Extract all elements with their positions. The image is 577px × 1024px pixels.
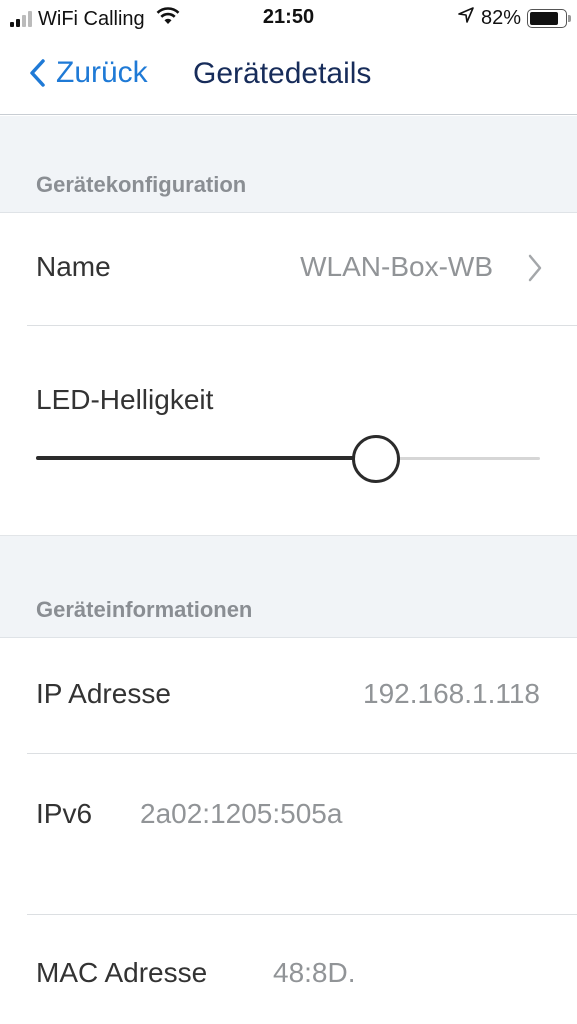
section-header-config: Gerätekonfiguration [0, 116, 577, 213]
chevron-right-icon [527, 253, 543, 288]
name-value: WLAN-Box-WB [300, 251, 493, 282]
ip-address-value: 192.168.1.118 [363, 678, 540, 709]
battery-fill [530, 11, 558, 25]
mac-address-row: MAC Adresse 48:8D. [0, 915, 577, 1024]
section-title-info: Geräteinformationen [36, 597, 253, 622]
name-row[interactable]: Name WLAN-Box-WB [0, 213, 577, 326]
section-header-info: Geräteinformationen [0, 535, 577, 638]
slider-thumb[interactable] [352, 435, 401, 483]
page-title: Gerätedetails [193, 57, 372, 90]
led-brightness-label: LED-Helligkeit [36, 384, 214, 415]
ipv6-value: 2a02:1205:505a [140, 798, 343, 829]
chevron-left-icon [30, 59, 45, 87]
location-arrow-icon [457, 6, 475, 30]
back-button[interactable]: Zurück [28, 56, 148, 90]
navigation-bar: Zurück Gerätedetails [0, 38, 577, 115]
name-label: Name [36, 251, 111, 282]
battery-icon [527, 8, 571, 28]
battery-percent: 82% [480, 6, 521, 29]
ip-address-row: IP Adresse 192.168.1.118 [0, 638, 577, 754]
ipv6-row: IPv6 2a02:1205:505a [0, 754, 577, 915]
section-title-config: Gerätekonfiguration [36, 172, 247, 197]
status-bar: WiFi Calling 21:50 82% [0, 0, 577, 38]
mac-address-value: 48:8D. [273, 957, 356, 988]
led-brightness-row: LED-Helligkeit [0, 326, 577, 535]
ip-address-label: IP Adresse [36, 678, 171, 709]
mac-address-label: MAC Adresse [36, 957, 208, 988]
back-label: Zurück [56, 56, 148, 89]
status-right: 82% [457, 6, 571, 30]
slider-track-fill [36, 456, 377, 460]
led-brightness-slider[interactable] [36, 434, 540, 484]
ipv6-label: IPv6 [36, 798, 93, 829]
